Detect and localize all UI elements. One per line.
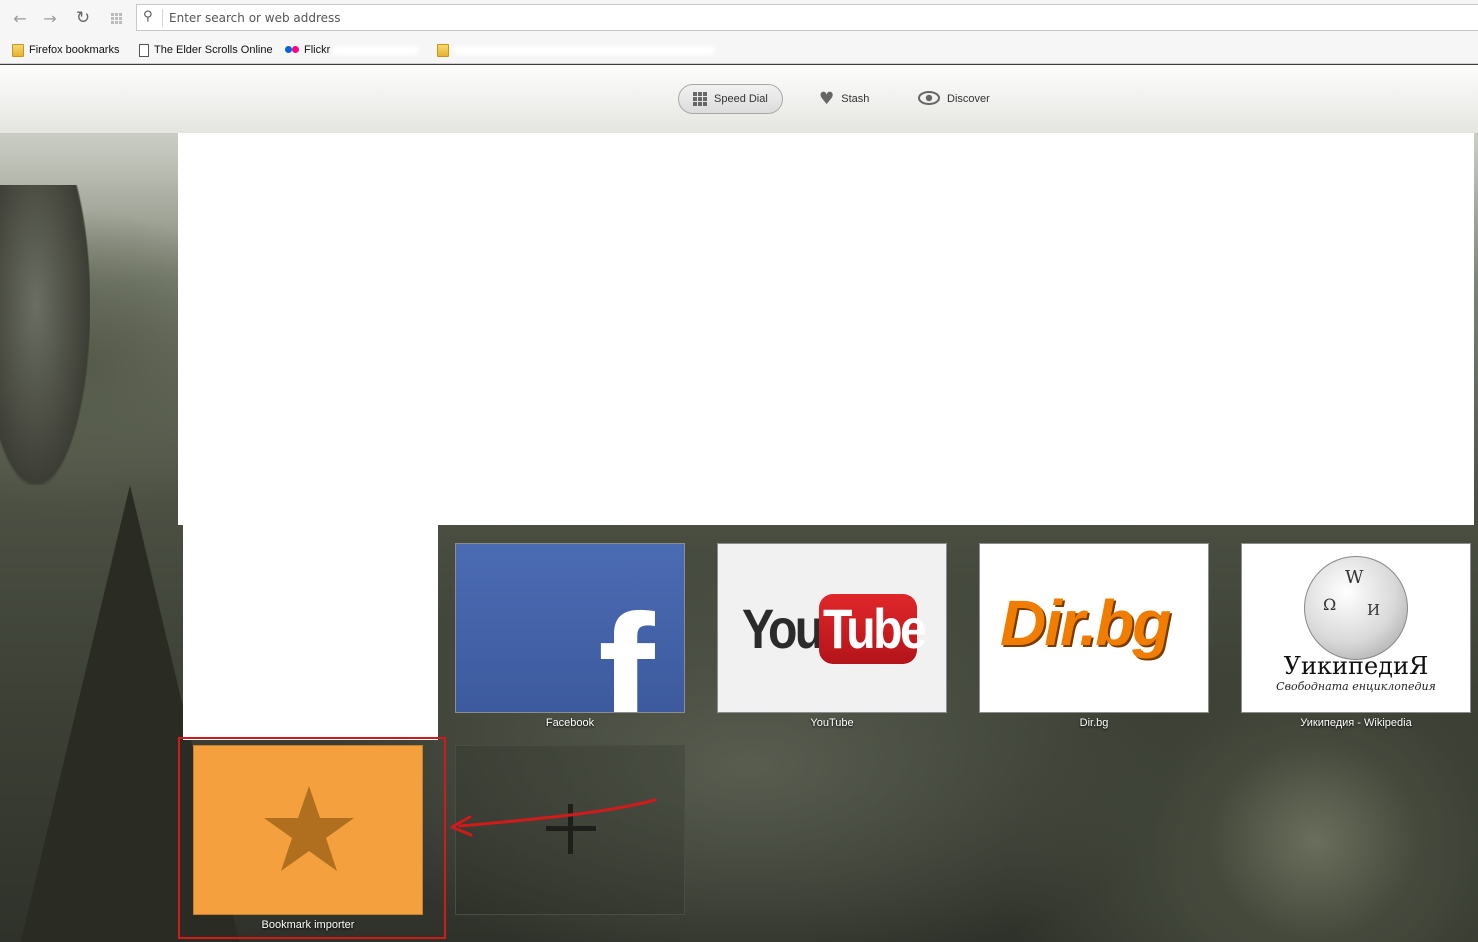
forward-arrow-icon[interactable]: → — [39, 7, 61, 29]
tile-label-wikipedia: Уикипедия - Wikipedia — [1300, 717, 1412, 729]
star-icon — [264, 786, 354, 871]
tile-label-youtube: YouTube — [810, 717, 854, 729]
bookmark-redacted-folder[interactable] — [437, 42, 714, 58]
bookmark-label: Firefox bookmarks — [29, 44, 120, 56]
flickr-icon — [285, 46, 299, 54]
redacted-panel — [178, 133, 1474, 525]
browser-toolbar: ← → ↻ ⚲ — [0, 0, 1478, 36]
speed-dial-grid-icon — [693, 92, 707, 106]
facebook-logo: f — [598, 580, 655, 713]
reload-icon[interactable]: ↻ — [72, 7, 94, 29]
search-icon: ⚲ — [143, 9, 153, 24]
dir-bg-logo: Dir.bg — [1000, 587, 1171, 659]
annotation-arrow — [450, 798, 657, 837]
bookmark-label: Flickr — [304, 44, 331, 56]
tile-youtube[interactable]: You Tube — [717, 543, 947, 713]
bookmark-flickr[interactable]: Flickr — [285, 42, 419, 58]
youtube-logo-tube: Tube — [823, 597, 927, 660]
gargoyle-art — [0, 185, 90, 485]
tab-label: Discover — [947, 93, 990, 105]
address-bar[interactable]: ⚲ — [136, 4, 1478, 31]
tile-label-facebook: Facebook — [545, 717, 595, 729]
tab-stash[interactable]: ♥ Stash — [819, 84, 869, 114]
heart-icon: ♥ — [819, 89, 835, 109]
wikipedia-subtitle: Свободната енциклопедия — [1276, 680, 1436, 693]
folder-icon — [437, 43, 449, 57]
redacted-text — [333, 45, 419, 55]
tab-label: Stash — [841, 93, 870, 105]
tile-facebook[interactable]: f — [455, 543, 685, 713]
search-input[interactable] — [169, 7, 1449, 28]
tile-label-bookmark-importer: Bookmark importer — [261, 919, 355, 931]
tile-bookmark-importer[interactable] — [193, 745, 423, 915]
tile-dir-bg[interactable]: Dir.bg — [979, 543, 1209, 713]
page-icon — [139, 43, 149, 57]
youtube-logo-you: You — [742, 597, 824, 660]
bookmark-firefox-bookmarks[interactable]: Firefox bookmarks — [12, 42, 119, 58]
eye-icon — [918, 90, 940, 108]
wikipedia-globe-icon: W Ω И — [1304, 556, 1408, 660]
tab-label: Speed Dial — [714, 93, 768, 105]
folder-icon — [12, 43, 24, 57]
redacted-panel-left — [183, 525, 438, 740]
tab-discover[interactable]: Discover — [918, 84, 990, 114]
address-separator — [162, 9, 163, 27]
bookmarks-bar: Firefox bookmarks The Elder Scrolls Onli… — [0, 36, 1478, 64]
bookmark-elder-scrolls-online[interactable]: The Elder Scrolls Online — [139, 42, 273, 58]
back-arrow-icon[interactable]: ← — [9, 7, 31, 29]
bookmark-label: The Elder Scrolls Online — [154, 44, 273, 56]
tab-speed-dial[interactable]: Speed Dial — [678, 84, 783, 114]
grid-icon[interactable] — [105, 7, 127, 29]
tile-wikipedia[interactable]: W Ω И УикипедиЯ Свободната енциклопедия — [1241, 543, 1471, 713]
redacted-text — [454, 45, 714, 55]
tile-label-dir-bg: Dir.bg — [1079, 717, 1109, 729]
wikipedia-title: УикипедиЯ — [1283, 652, 1429, 680]
